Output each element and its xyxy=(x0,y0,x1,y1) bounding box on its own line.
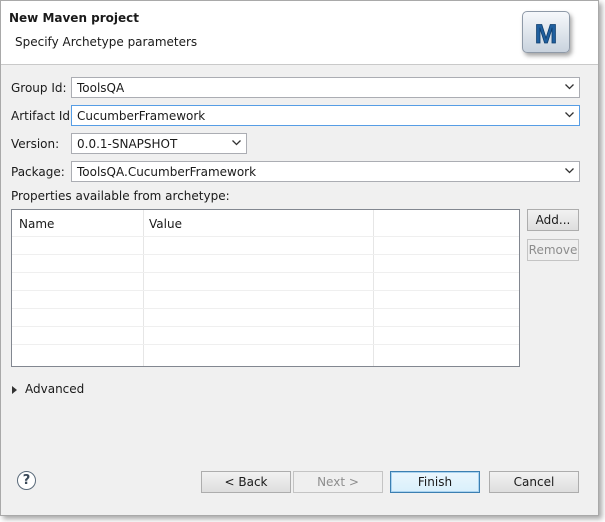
properties-table[interactable]: Name Value xyxy=(11,209,520,367)
column-divider xyxy=(373,210,374,366)
row-divider xyxy=(12,344,519,345)
chevron-down-icon[interactable] xyxy=(565,168,574,174)
version-combo[interactable]: 0.0.1-SNAPSHOT xyxy=(71,133,247,154)
column-header-value[interactable]: Value xyxy=(149,217,182,231)
package-label: Package: xyxy=(11,165,65,179)
advanced-label[interactable]: Advanced xyxy=(25,382,84,396)
column-header-name[interactable]: Name xyxy=(19,217,54,231)
back-button-label: < Back xyxy=(224,475,268,489)
next-button[interactable]: Next > xyxy=(293,471,383,493)
column-divider xyxy=(143,210,144,366)
group-id-label: Group Id: xyxy=(11,81,67,95)
row-divider xyxy=(12,272,519,273)
group-id-combo[interactable]: ToolsQA xyxy=(71,77,580,98)
wizard-title: New Maven project xyxy=(9,11,140,25)
properties-label: Properties available from archetype: xyxy=(11,189,230,203)
group-id-value: ToolsQA xyxy=(77,81,125,95)
chevron-down-icon[interactable] xyxy=(232,140,241,146)
expand-triangle-icon[interactable] xyxy=(12,385,17,394)
help-icon[interactable]: ? xyxy=(17,471,36,490)
maven-logo-letter: M xyxy=(535,19,558,49)
package-value: ToolsQA.CucumberFramework xyxy=(77,165,257,179)
artifact-id-combo[interactable]: CucumberFramework xyxy=(71,105,580,126)
advanced-expander[interactable]: Advanced xyxy=(12,382,84,396)
version-value: 0.0.1-SNAPSHOT xyxy=(77,137,178,151)
remove-button[interactable]: Remove xyxy=(527,239,579,261)
chevron-down-icon[interactable] xyxy=(565,112,574,118)
add-button[interactable]: Add... xyxy=(527,209,579,231)
chevron-down-icon[interactable] xyxy=(565,84,574,90)
version-label: Version: xyxy=(11,137,60,151)
remove-button-label: Remove xyxy=(528,243,578,257)
row-divider xyxy=(12,254,519,255)
wizard-banner: New Maven project Specify Archetype para… xyxy=(1,1,598,65)
cancel-button[interactable]: Cancel xyxy=(489,471,579,493)
next-button-label: Next > xyxy=(317,475,359,489)
finish-button[interactable]: Finish xyxy=(390,471,480,493)
package-combo[interactable]: ToolsQA.CucumberFramework xyxy=(71,161,580,182)
back-button[interactable]: < Back xyxy=(201,471,291,493)
artifact-id-value[interactable]: CucumberFramework xyxy=(77,109,205,123)
row-divider xyxy=(12,326,519,327)
maven-logo-icon: M xyxy=(522,11,570,53)
row-divider xyxy=(12,290,519,291)
row-divider xyxy=(12,236,519,237)
artifact-id-label: Artifact Id: xyxy=(11,109,75,123)
new-maven-project-dialog: New Maven project Specify Archetype para… xyxy=(0,0,599,516)
row-divider xyxy=(12,308,519,309)
add-button-label: Add... xyxy=(535,213,571,227)
wizard-subtitle: Specify Archetype parameters xyxy=(15,35,198,49)
finish-button-label: Finish xyxy=(417,475,453,489)
cancel-button-label: Cancel xyxy=(513,475,555,489)
